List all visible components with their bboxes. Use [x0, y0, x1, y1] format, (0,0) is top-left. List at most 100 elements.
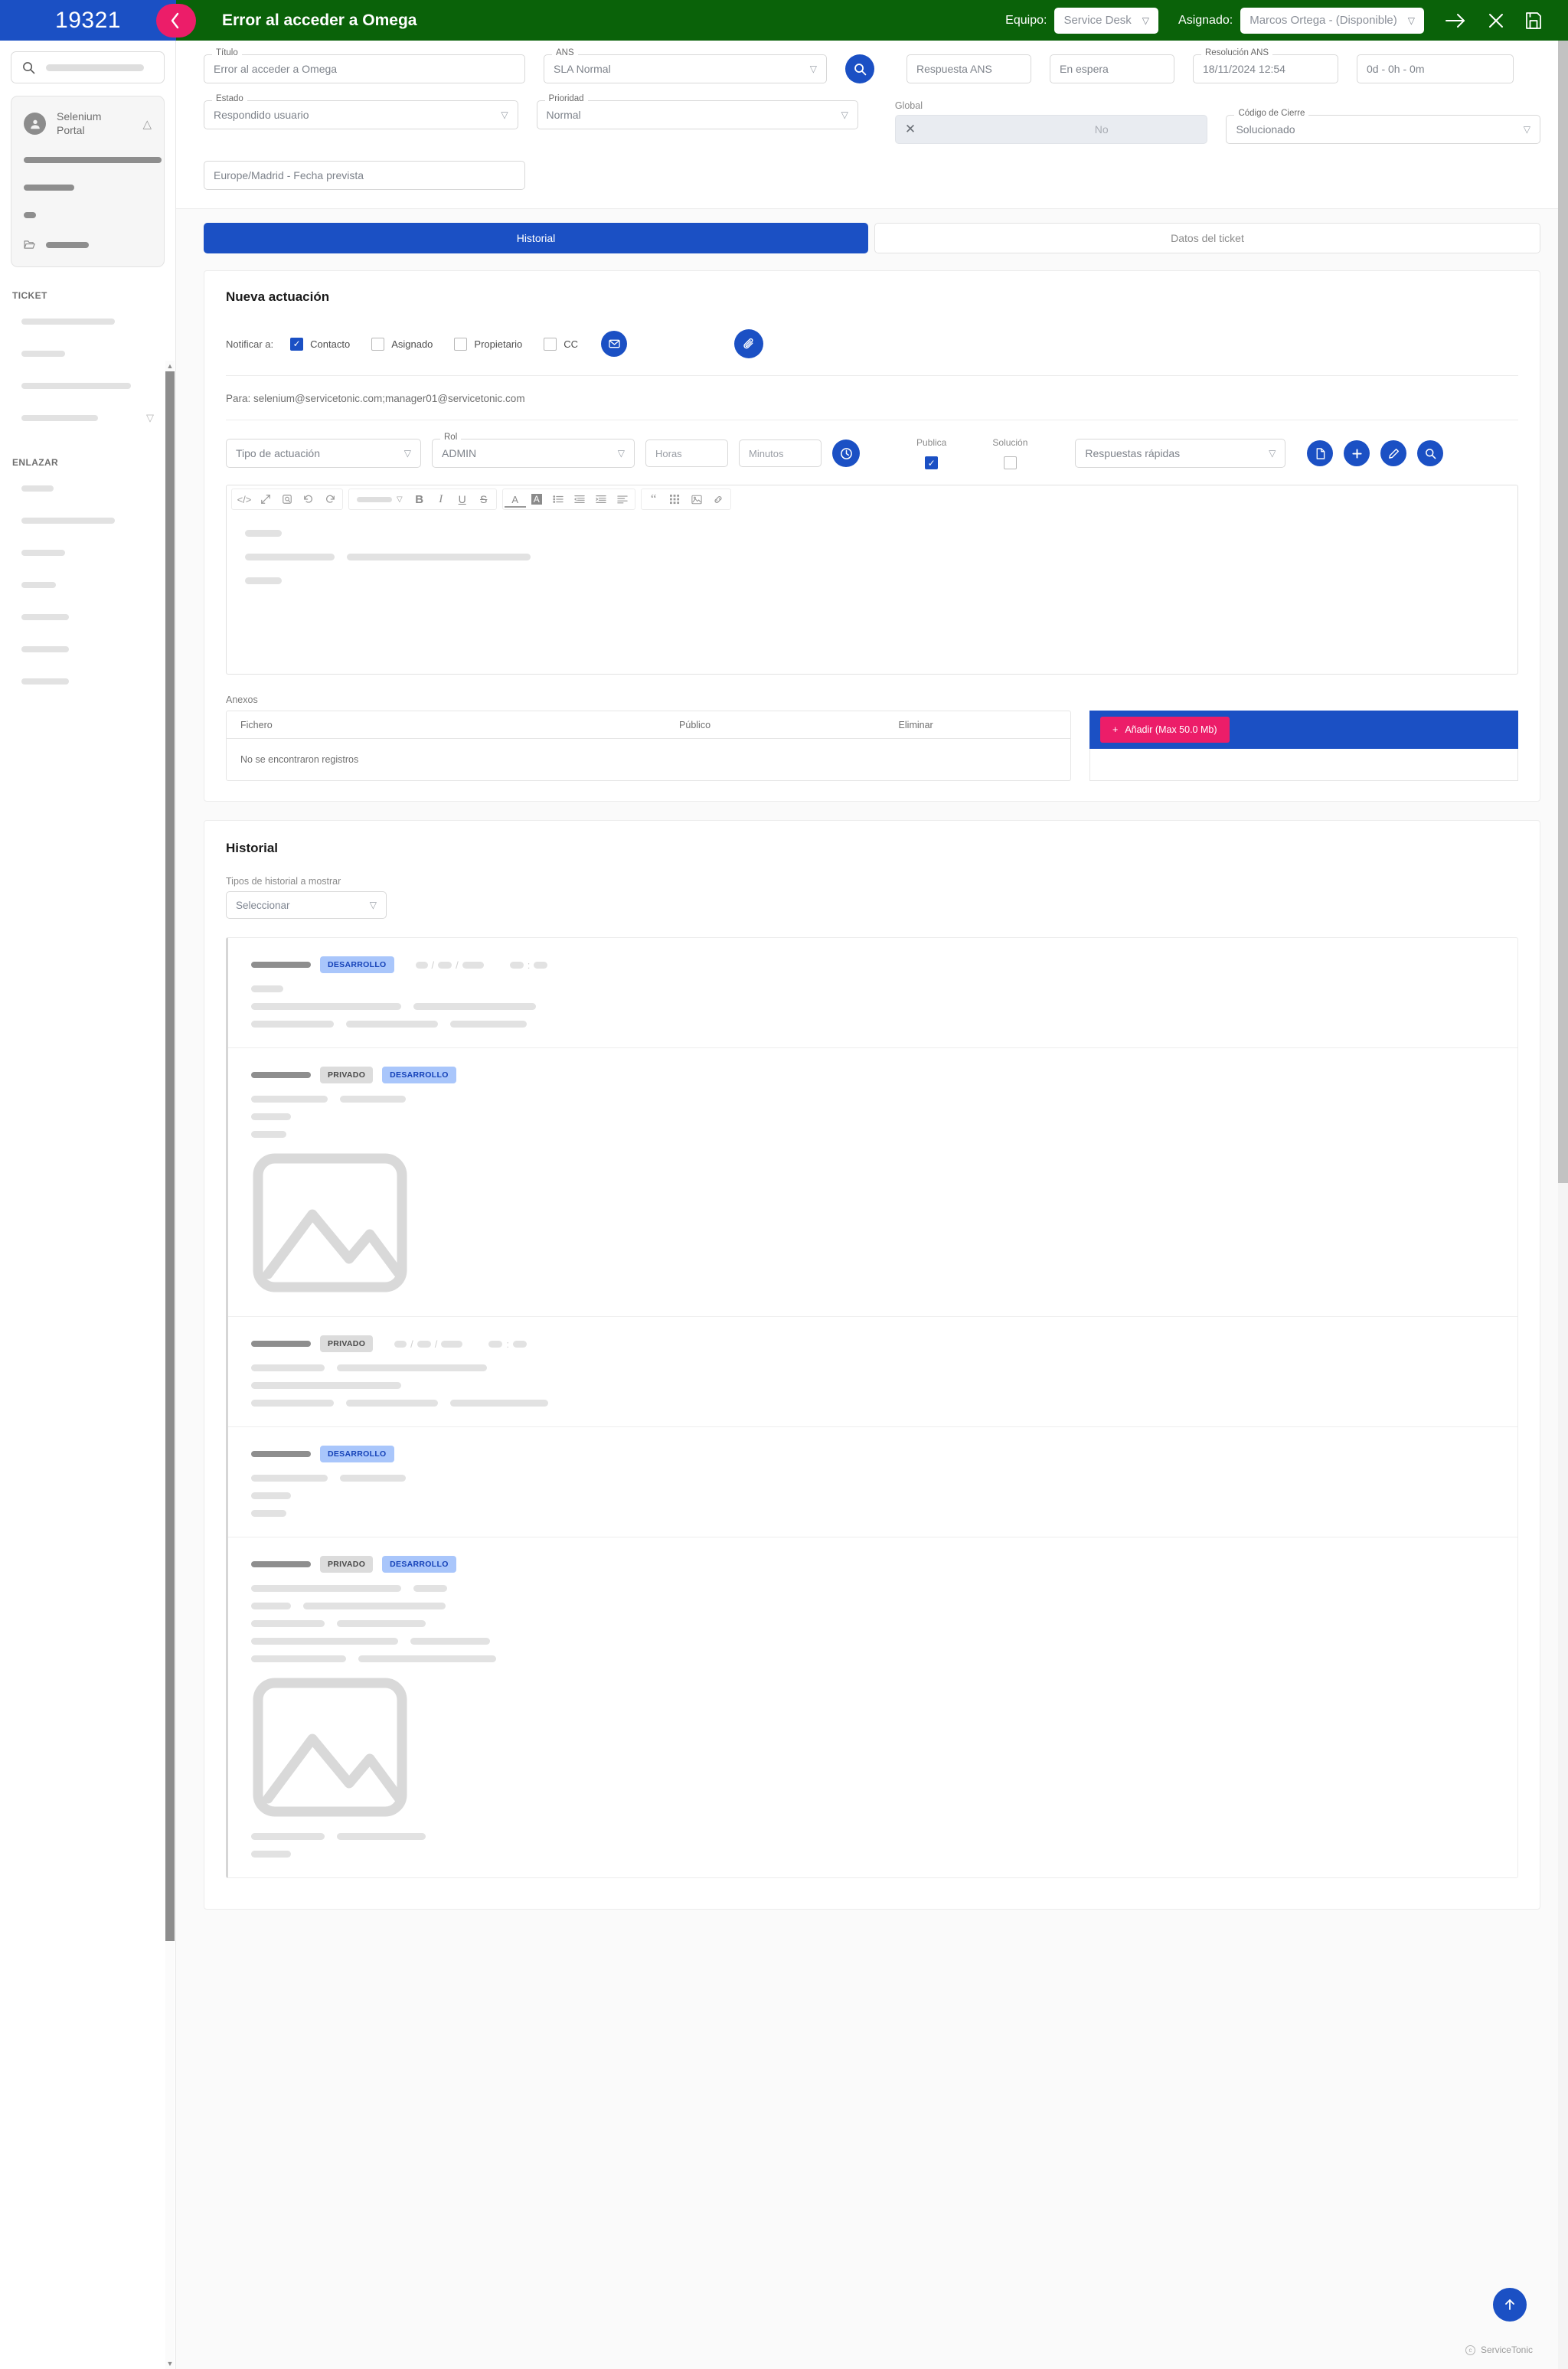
font-select[interactable]: ▽: [351, 495, 409, 504]
back-button[interactable]: [156, 3, 196, 38]
en-espera-input[interactable]: En espera: [1050, 54, 1174, 83]
checkbox[interactable]: ✓: [290, 337, 304, 351]
add-button[interactable]: [1344, 440, 1370, 466]
image-icon[interactable]: [686, 489, 707, 509]
assigned-select[interactable]: Marcos Ortega - (Disponible) ▽: [1240, 7, 1424, 34]
link-icon[interactable]: [707, 489, 729, 509]
attachment-dropzone[interactable]: [1089, 749, 1518, 781]
preview-icon[interactable]: [276, 489, 298, 509]
search-input[interactable]: [11, 51, 165, 83]
minutos-field[interactable]: Minutos: [739, 439, 822, 467]
historial-entry[interactable]: DESARROLLO: [228, 1427, 1517, 1537]
sidebar-scrollbar[interactable]: ▲ ▼: [165, 361, 175, 2369]
fecha-prevista-input[interactable]: Europe/Madrid - Fecha prevista: [204, 161, 525, 190]
tipo-actuacion-select[interactable]: Tipo de actuación ▽: [226, 439, 421, 468]
notify-option-propietario[interactable]: Propietario: [454, 337, 522, 351]
expand-icon[interactable]: [255, 489, 276, 509]
sidebar-item[interactable]: [11, 665, 165, 698]
prioridad-select[interactable]: Normal ▽: [536, 100, 858, 129]
portal-card[interactable]: Selenium Portal △: [11, 96, 165, 267]
respuesta-ans-input[interactable]: Respuesta ANS: [906, 54, 1031, 83]
fecha-prevista-field[interactable]: Europe/Madrid - Fecha prevista: [204, 161, 525, 190]
historial-entry[interactable]: PRIVADO DESARROLLO: [228, 1048, 1517, 1317]
undo-icon[interactable]: [298, 489, 319, 509]
resolucion-ans-input[interactable]: 18/11/2024 12:54: [1193, 54, 1338, 83]
edit-button[interactable]: [1380, 440, 1407, 466]
tipo-actuacion-field[interactable]: Tipo de actuación ▽: [226, 439, 421, 468]
rol-select[interactable]: ADMIN ▽: [432, 439, 635, 468]
respuestas-rapidas-select[interactable]: Respuestas rápidas ▽: [1075, 439, 1286, 468]
sidebar-item[interactable]: [11, 569, 165, 601]
bold-icon[interactable]: B: [409, 489, 430, 509]
quote-icon[interactable]: “: [643, 489, 665, 509]
outdent-icon[interactable]: [569, 489, 590, 509]
notify-option-asignado[interactable]: Asignado: [371, 337, 433, 351]
timer-button[interactable]: [832, 439, 860, 467]
horas-field[interactable]: Horas: [645, 439, 728, 467]
save-button[interactable]: [1525, 11, 1542, 30]
scrollbar-thumb[interactable]: [165, 371, 175, 1941]
checkbox[interactable]: [454, 337, 468, 351]
editor-content-area[interactable]: [227, 513, 1517, 674]
copy-button[interactable]: [1307, 440, 1334, 466]
scroll-up-arrow[interactable]: ▲: [165, 361, 175, 371]
solucion-checkbox[interactable]: [1003, 456, 1017, 469]
tab-historial[interactable]: Historial: [204, 223, 868, 253]
minutos-input[interactable]: Minutos: [739, 439, 822, 467]
sidebar-item[interactable]: [11, 537, 165, 569]
align-icon[interactable]: [612, 489, 633, 509]
close-button[interactable]: [1487, 11, 1505, 30]
team-select[interactable]: Service Desk ▽: [1054, 7, 1159, 34]
ans-select[interactable]: SLA Normal ▽: [544, 54, 827, 83]
highlight-icon[interactable]: A: [526, 489, 547, 509]
sidebar-item[interactable]: [11, 472, 165, 505]
redo-icon[interactable]: [319, 489, 341, 509]
next-ticket-button[interactable]: [1444, 12, 1467, 29]
publica-checkbox[interactable]: ✓: [925, 456, 939, 469]
search-responses-button[interactable]: [1417, 440, 1444, 466]
publica-field[interactable]: Publica ✓: [916, 437, 946, 469]
tiempo-field[interactable]: 0d - 0h - 0m: [1357, 54, 1514, 83]
attachment-button[interactable]: [734, 329, 764, 358]
estado-select[interactable]: Respondido usuario ▽: [204, 100, 518, 129]
notify-option-contacto[interactable]: ✓ Contacto: [290, 337, 350, 351]
titulo-input[interactable]: Error al acceder a Omega: [204, 54, 525, 83]
main-scrollbar[interactable]: [1558, 41, 1568, 2369]
strikethrough-icon[interactable]: S: [473, 489, 495, 509]
horas-input[interactable]: Horas: [645, 439, 728, 467]
historial-entry[interactable]: PRIVADO DESARROLLO: [228, 1537, 1517, 1877]
underline-icon[interactable]: U: [452, 489, 473, 509]
sidebar-item[interactable]: ▽: [11, 402, 165, 434]
scroll-to-top-button[interactable]: [1493, 2288, 1527, 2322]
rol-field[interactable]: Rol ADMIN ▽: [432, 433, 635, 468]
historial-entry[interactable]: PRIVADO / /:: [228, 1317, 1517, 1427]
bullet-list-icon[interactable]: [547, 489, 569, 509]
titulo-field[interactable]: Título Error al acceder a Omega: [204, 48, 525, 83]
checkbox[interactable]: [544, 337, 557, 351]
historial-entry[interactable]: DESARROLLO / /:: [228, 938, 1517, 1048]
codigo-cierre-select[interactable]: Solucionado ▽: [1226, 115, 1540, 144]
respuestas-rapidas-field[interactable]: Respuestas rápidas ▽: [1075, 439, 1286, 468]
chevron-down-icon[interactable]: ▽: [146, 412, 165, 424]
sidebar-item[interactable]: [11, 601, 165, 633]
send-mail-button[interactable]: [601, 331, 628, 357]
portal-folder-item[interactable]: [24, 240, 152, 250]
scrollbar-thumb[interactable]: [1558, 41, 1568, 1183]
sidebar-item[interactable]: [11, 633, 165, 665]
tiempo-input[interactable]: 0d - 0h - 0m: [1357, 54, 1514, 83]
text-color-icon[interactable]: A: [504, 494, 526, 508]
add-attachment-button[interactable]: + Añadir (Max 50.0 Mb): [1100, 717, 1230, 743]
notify-option-cc[interactable]: CC: [544, 337, 578, 351]
italic-icon[interactable]: I: [430, 489, 452, 509]
chevron-up-icon[interactable]: △: [142, 117, 152, 131]
en-espera-field[interactable]: En espera: [1050, 54, 1174, 83]
sidebar-item[interactable]: [11, 338, 165, 370]
estado-field[interactable]: Estado Respondido usuario ▽: [204, 94, 518, 129]
sidebar-item[interactable]: [11, 370, 165, 402]
codigo-cierre-field[interactable]: Código de Cierre Solucionado ▽: [1226, 109, 1540, 144]
scroll-down-arrow[interactable]: ▼: [165, 2358, 175, 2369]
checkbox[interactable]: [371, 337, 385, 351]
prioridad-field[interactable]: Prioridad Normal ▽: [536, 94, 858, 129]
rich-text-editor[interactable]: </> ▽ B I U S A A “: [226, 485, 1518, 675]
solucion-field[interactable]: Solución: [992, 437, 1027, 469]
